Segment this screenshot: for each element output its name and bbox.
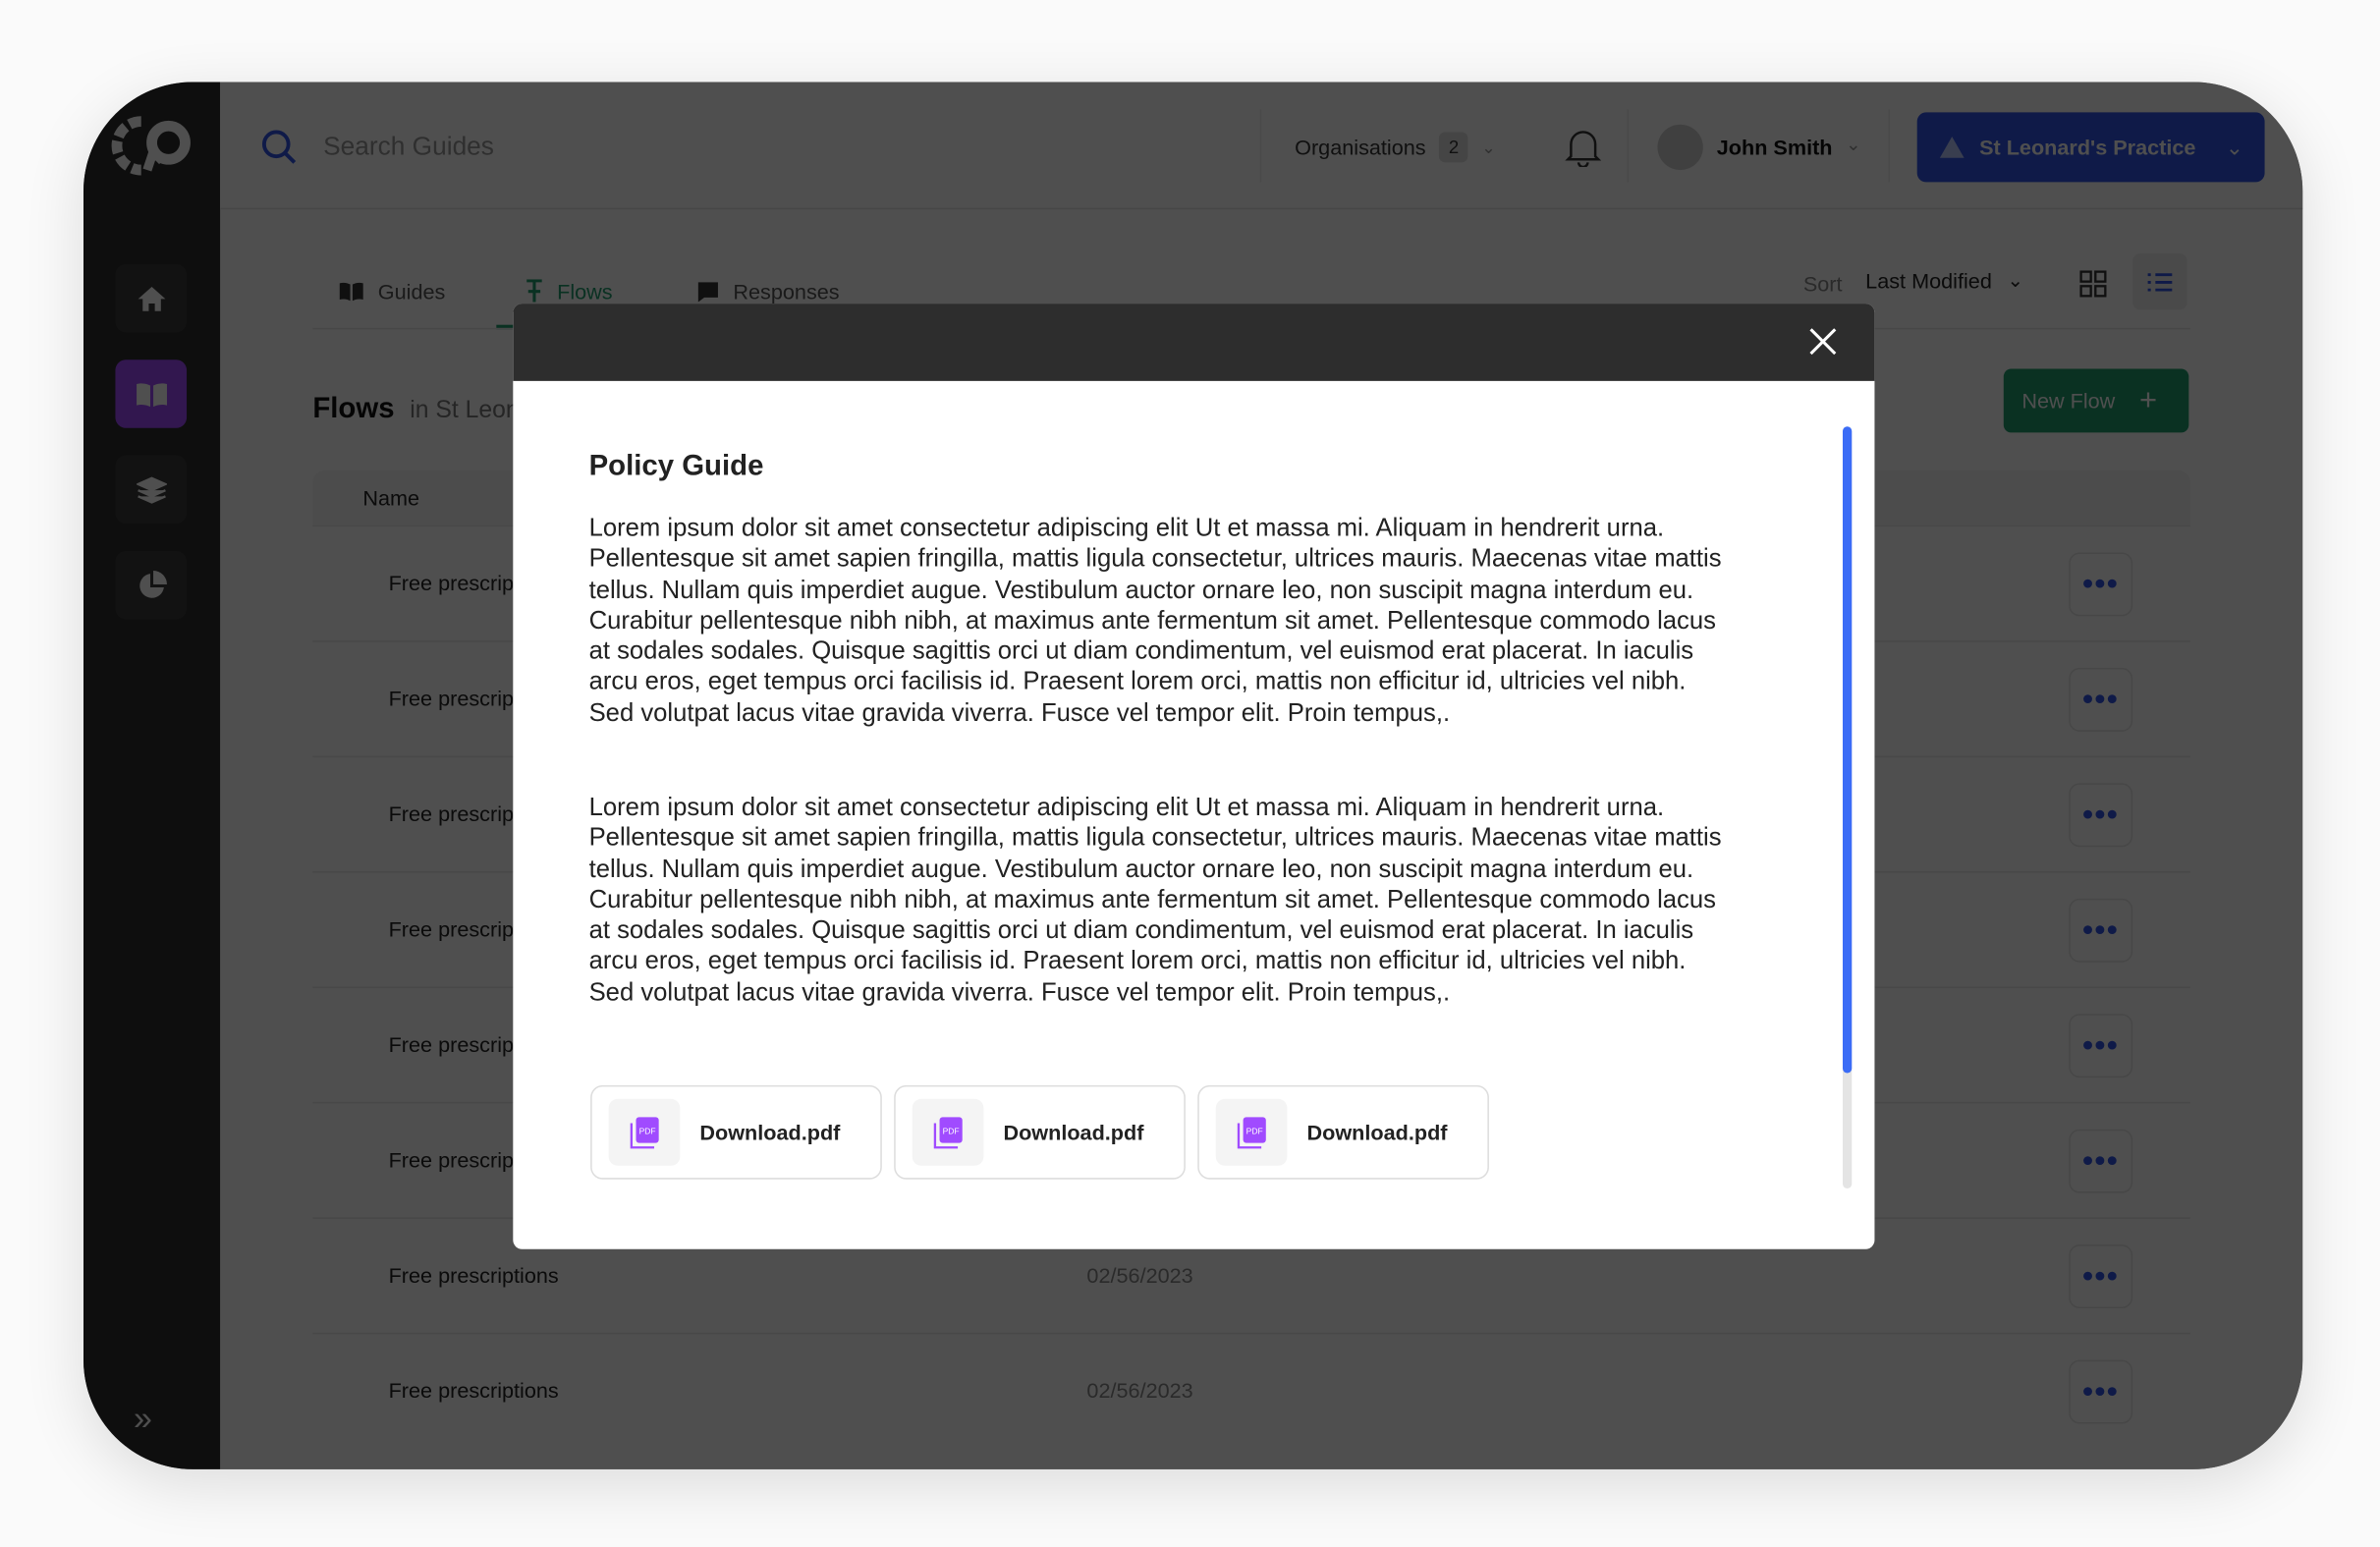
download-pdf-button[interactable]: PDF Download.pdf bbox=[590, 1084, 882, 1180]
modal-paragraph: Lorem ipsum dolor sit amet consectetur a… bbox=[588, 792, 1722, 1007]
page-title: Flows bbox=[312, 393, 395, 425]
more-dots-icon: ••• bbox=[2082, 1374, 2120, 1409]
scrollbar-thumb[interactable] bbox=[1842, 426, 1853, 1074]
chat-icon bbox=[697, 281, 718, 302]
practice-label: St Leonard's Practice bbox=[1979, 135, 2196, 160]
download-label: Download.pdf bbox=[1306, 1120, 1448, 1145]
download-pdf-button[interactable]: PDF Download.pdf bbox=[1197, 1084, 1489, 1180]
sidebar-item-home[interactable] bbox=[115, 263, 188, 333]
scrollbar-track[interactable] bbox=[1842, 426, 1853, 1188]
top-bar: Organisations 2 ⌄ John Smith ⌄ St Leonar… bbox=[220, 82, 2303, 210]
download-label: Download.pdf bbox=[1003, 1120, 1144, 1145]
sort-label: Sort bbox=[1802, 271, 1843, 297]
close-icon[interactable] bbox=[1809, 328, 1837, 356]
tab-flows[interactable]: Flows bbox=[526, 279, 613, 304]
double-chevron-right-icon[interactable]: » bbox=[134, 1400, 152, 1439]
grid-view-icon[interactable] bbox=[2079, 270, 2107, 298]
policy-guide-modal: Policy Guide Lorem ipsum dolor sit amet … bbox=[513, 304, 1875, 1249]
download-pdf-button[interactable]: PDF Download.pdf bbox=[894, 1084, 1186, 1180]
new-flow-button[interactable]: New Flow + bbox=[2003, 368, 2189, 433]
flow-icon bbox=[526, 279, 542, 303]
more-options-button[interactable]: ••• bbox=[2069, 783, 2133, 848]
tab-guides[interactable]: Guides bbox=[339, 279, 445, 304]
column-header-name[interactable]: Name bbox=[362, 485, 419, 510]
modal-header bbox=[513, 304, 1875, 381]
more-dots-icon: ••• bbox=[2082, 912, 2120, 947]
more-options-button[interactable]: ••• bbox=[2069, 898, 2133, 963]
svg-text:PDF: PDF bbox=[1245, 1126, 1262, 1135]
more-options-button[interactable]: ••• bbox=[2069, 1244, 2133, 1309]
more-dots-icon: ••• bbox=[2082, 798, 2120, 832]
practice-switcher-button[interactable]: St Leonard's Practice ⌄ bbox=[1916, 112, 2265, 183]
pdf-file-icon: PDF bbox=[912, 1098, 984, 1166]
more-options-button[interactable]: ••• bbox=[2069, 1359, 2133, 1424]
practice-triangle-icon bbox=[1939, 137, 1965, 158]
pie-chart-icon bbox=[138, 570, 167, 597]
flow-name: Free prescriptions bbox=[388, 1262, 559, 1288]
search-icon bbox=[261, 130, 297, 164]
tab-responses[interactable]: Responses bbox=[696, 279, 840, 304]
chevron-down-icon: ⌄ bbox=[2225, 134, 2243, 159]
list-view-icon bbox=[2147, 272, 2173, 291]
more-dots-icon: ••• bbox=[2082, 1027, 2120, 1062]
svg-text:PDF: PDF bbox=[638, 1126, 655, 1135]
sidebar: » bbox=[83, 82, 221, 1469]
chevron-down-icon: ⌄ bbox=[2007, 268, 2024, 292]
more-options-button[interactable]: ••• bbox=[2069, 1129, 2133, 1193]
layers-icon bbox=[136, 475, 167, 503]
flow-name: Free prescriptions bbox=[388, 1378, 559, 1403]
sidebar-item-guides[interactable] bbox=[115, 359, 188, 428]
more-options-button[interactable]: ••• bbox=[2069, 667, 2133, 732]
book-icon bbox=[136, 382, 167, 407]
modal-paragraph: Lorem ipsum dolor sit amet consectetur a… bbox=[588, 513, 1722, 727]
user-name[interactable]: John Smith bbox=[1717, 136, 1833, 160]
more-dots-icon: ••• bbox=[2082, 1258, 2120, 1293]
search-input[interactable] bbox=[323, 124, 1204, 171]
home-icon bbox=[137, 286, 165, 311]
list-view-button[interactable] bbox=[2132, 253, 2187, 310]
table-row[interactable]: Free prescriptions 02/56/2023 ••• bbox=[312, 1332, 2190, 1449]
chevron-down-icon: ⌄ bbox=[1846, 133, 1861, 155]
organisations-count-badge: 2 bbox=[1439, 132, 1468, 163]
avatar[interactable] bbox=[1657, 124, 1703, 171]
chevron-down-icon: ⌄ bbox=[1481, 138, 1496, 157]
pdf-file-icon: PDF bbox=[1215, 1098, 1288, 1166]
bell-icon[interactable] bbox=[1565, 128, 1602, 167]
download-label: Download.pdf bbox=[699, 1120, 841, 1145]
sidebar-item-reports[interactable] bbox=[115, 550, 188, 620]
organisations-label: Organisations bbox=[1295, 135, 1426, 160]
modal-title: Policy Guide bbox=[588, 450, 764, 483]
more-dots-icon: ••• bbox=[2082, 567, 2120, 601]
organisations-dropdown[interactable]: Organisations 2 ⌄ bbox=[1295, 128, 1496, 167]
book-icon bbox=[339, 282, 363, 302]
more-options-button[interactable]: ••• bbox=[2069, 552, 2133, 617]
more-options-button[interactable]: ••• bbox=[2069, 1014, 2133, 1078]
more-dots-icon: ••• bbox=[2082, 1143, 2120, 1178]
plus-icon: + bbox=[2139, 383, 2158, 417]
pdf-file-icon: PDF bbox=[608, 1098, 681, 1166]
svg-text:PDF: PDF bbox=[942, 1126, 959, 1135]
sort-dropdown[interactable]: Last Modified ⌄ bbox=[1865, 269, 2023, 294]
modified-date: 02/56/2023 bbox=[1086, 1262, 1193, 1288]
sidebar-item-layers[interactable] bbox=[115, 455, 188, 525]
more-dots-icon: ••• bbox=[2082, 682, 2120, 716]
modified-date: 02/56/2023 bbox=[1086, 1378, 1193, 1403]
logo-icon bbox=[111, 116, 191, 176]
